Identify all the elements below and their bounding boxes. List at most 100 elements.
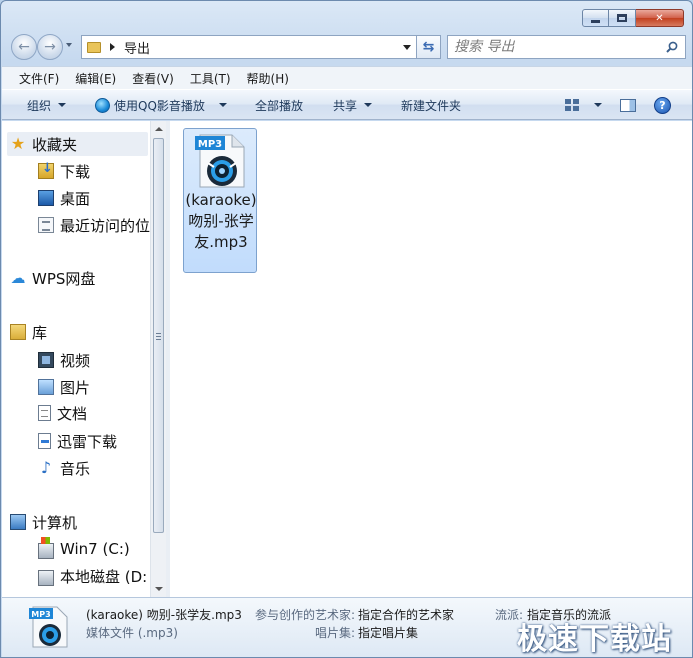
nav-desktop-label: 桌面	[60, 189, 91, 208]
organize-label: 组织	[27, 98, 52, 113]
details-album-value[interactable]: 指定唱片集	[358, 624, 418, 641]
back-button[interactable]: ←	[11, 34, 37, 60]
help-icon: ?	[654, 96, 671, 114]
nav-music[interactable]: ♪ 音乐	[38, 457, 90, 479]
close-icon: ✕	[655, 12, 664, 24]
nav-favorites[interactable]: ★ 收藏夹	[10, 133, 77, 155]
share-button[interactable]: 共享	[333, 90, 373, 120]
close-button[interactable]: ✕	[636, 9, 684, 27]
grip-icon	[156, 333, 161, 340]
share-label: 共享	[333, 98, 358, 113]
scroll-down-icon[interactable]	[155, 587, 163, 591]
nav-libraries[interactable]: 库	[10, 321, 47, 343]
nav-favorites-label: 收藏夹	[32, 135, 78, 154]
nav-computer-label: 计算机	[32, 513, 78, 532]
maximize-button[interactable]	[609, 9, 636, 27]
nav-wps-label: WPS网盘	[32, 269, 96, 288]
preview-pane-icon	[620, 98, 636, 112]
play-all-button[interactable]: 全部播放	[255, 90, 303, 120]
search-input[interactable]	[454, 37, 664, 57]
details-artist-label: 参与创作的艺术家:	[255, 608, 356, 622]
new-folder-label: 新建文件夹	[401, 98, 462, 113]
explorer-window: ✕ ← → 导出 ⇆ 文件(F) 编辑(E) 查看(V) 工具(T) 帮助(H)…	[0, 0, 693, 658]
nav-downloads-label: 下载	[60, 162, 91, 181]
nav-computer[interactable]: 计算机	[10, 511, 77, 533]
caption-buttons: ✕	[582, 9, 684, 27]
file-name-label[interactable]: (karaoke) 吻别-张学友.mp3	[184, 190, 258, 253]
nav-videos-label: 视频	[60, 351, 91, 370]
navigation-row: ← → 导出 ⇆	[9, 34, 686, 60]
refresh-button[interactable]: ⇆	[417, 35, 441, 59]
details-type: 媒体文件 (.mp3)	[86, 626, 178, 640]
address-bar[interactable]: 导出	[81, 35, 417, 59]
chevron-down-icon	[58, 103, 67, 107]
system-drive-icon	[38, 537, 54, 559]
change-view-button[interactable]	[565, 90, 602, 120]
organize-button[interactable]: 组织	[27, 90, 67, 120]
nav-recent-label: 最近访问的位	[60, 216, 150, 235]
nav-documents-label: 文档	[57, 404, 88, 423]
computer-icon	[10, 514, 26, 530]
nav-xunlei[interactable]: 迅雷下载	[38, 430, 117, 452]
chevron-down-icon	[364, 103, 373, 107]
menu-help[interactable]: 帮助(H)	[239, 70, 297, 87]
downloads-folder-icon	[38, 161, 54, 179]
watermark-text: 极速下载站	[517, 622, 672, 657]
nav-downloads[interactable]: 下载	[38, 160, 90, 182]
breadcrumb-current[interactable]: 导出	[124, 38, 150, 57]
video-library-icon	[38, 352, 54, 368]
play-with-button[interactable]: 使用QQ影音播放	[95, 90, 227, 120]
forward-button[interactable]: →	[37, 34, 63, 60]
chevron-down-icon	[218, 103, 227, 107]
pictures-library-icon	[38, 379, 54, 395]
nav-music-label: 音乐	[60, 459, 91, 478]
nav-recent[interactable]: 最近访问的位	[38, 214, 150, 236]
scroll-up-icon[interactable]	[155, 127, 163, 131]
nav-desktop[interactable]: 桌面	[38, 187, 90, 209]
nav-drive-d-label: 本地磁盘 (D:	[60, 567, 148, 586]
nav-libraries-label: 库	[32, 323, 48, 342]
details-filename: (karaoke) 吻别-张学友.mp3	[86, 608, 242, 622]
nav-drive-c[interactable]: Win7 (C:)	[38, 537, 130, 560]
chevron-down-icon	[594, 103, 602, 107]
nav-drive-c-label: Win7 (C:)	[60, 540, 130, 558]
documents-library-icon	[38, 405, 51, 421]
navigation-pane: ★ 收藏夹 下载 桌面 最近访问的位 ☁ WPS网盘 库 视频	[2, 121, 150, 597]
nav-videos[interactable]: 视频	[38, 349, 90, 371]
file-list[interactable]: MP3 (karaoke) 吻别-张学友.mp3	[170, 121, 692, 597]
nav-drive-d[interactable]: 本地磁盘 (D:	[38, 565, 147, 587]
menu-edit[interactable]: 编辑(E)	[67, 70, 124, 87]
menu-view[interactable]: 查看(V)	[124, 70, 182, 87]
command-bar: 组织 使用QQ影音播放 全部播放 共享 新建文件夹 ?	[2, 89, 692, 120]
refresh-icon: ⇆	[422, 39, 435, 55]
desktop-icon	[38, 190, 54, 206]
folder-icon	[87, 41, 101, 53]
cloud-icon: ☁	[10, 269, 26, 287]
star-icon: ★	[10, 134, 26, 153]
navigation-scrollbar[interactable]	[150, 121, 166, 597]
breadcrumb-chevron-icon[interactable]	[110, 43, 115, 51]
search-icon[interactable]	[666, 41, 678, 53]
address-dropdown-icon[interactable]	[403, 45, 411, 50]
help-button[interactable]: ?	[654, 90, 671, 120]
qq-player-icon	[95, 97, 110, 113]
file-item[interactable]: MP3 (karaoke) 吻别-张学友.mp3	[183, 128, 257, 273]
menu-tools[interactable]: 工具(T)	[182, 70, 239, 87]
preview-pane-button[interactable]	[620, 90, 636, 120]
details-album-label: 唱片集:	[315, 626, 356, 640]
nav-pictures[interactable]: 图片	[38, 376, 90, 398]
nav-wps[interactable]: ☁ WPS网盘	[10, 267, 96, 289]
nav-xunlei-label: 迅雷下载	[57, 432, 118, 451]
scroll-thumb[interactable]	[153, 138, 164, 533]
nav-documents[interactable]: 文档	[38, 402, 87, 424]
menu-file[interactable]: 文件(F)	[2, 70, 67, 87]
details-artist-value[interactable]: 指定合作的艺术家	[358, 606, 454, 623]
new-folder-button[interactable]: 新建文件夹	[401, 90, 461, 120]
mp3-file-icon: MP3	[29, 606, 68, 648]
xunlei-library-icon	[38, 433, 51, 449]
play-with-label: 使用QQ影音播放	[114, 98, 205, 113]
recent-pages-dropdown[interactable]	[66, 43, 72, 47]
minimize-button[interactable]	[582, 9, 609, 27]
search-box[interactable]	[447, 35, 686, 59]
mp3-file-icon: MP3	[195, 134, 245, 188]
